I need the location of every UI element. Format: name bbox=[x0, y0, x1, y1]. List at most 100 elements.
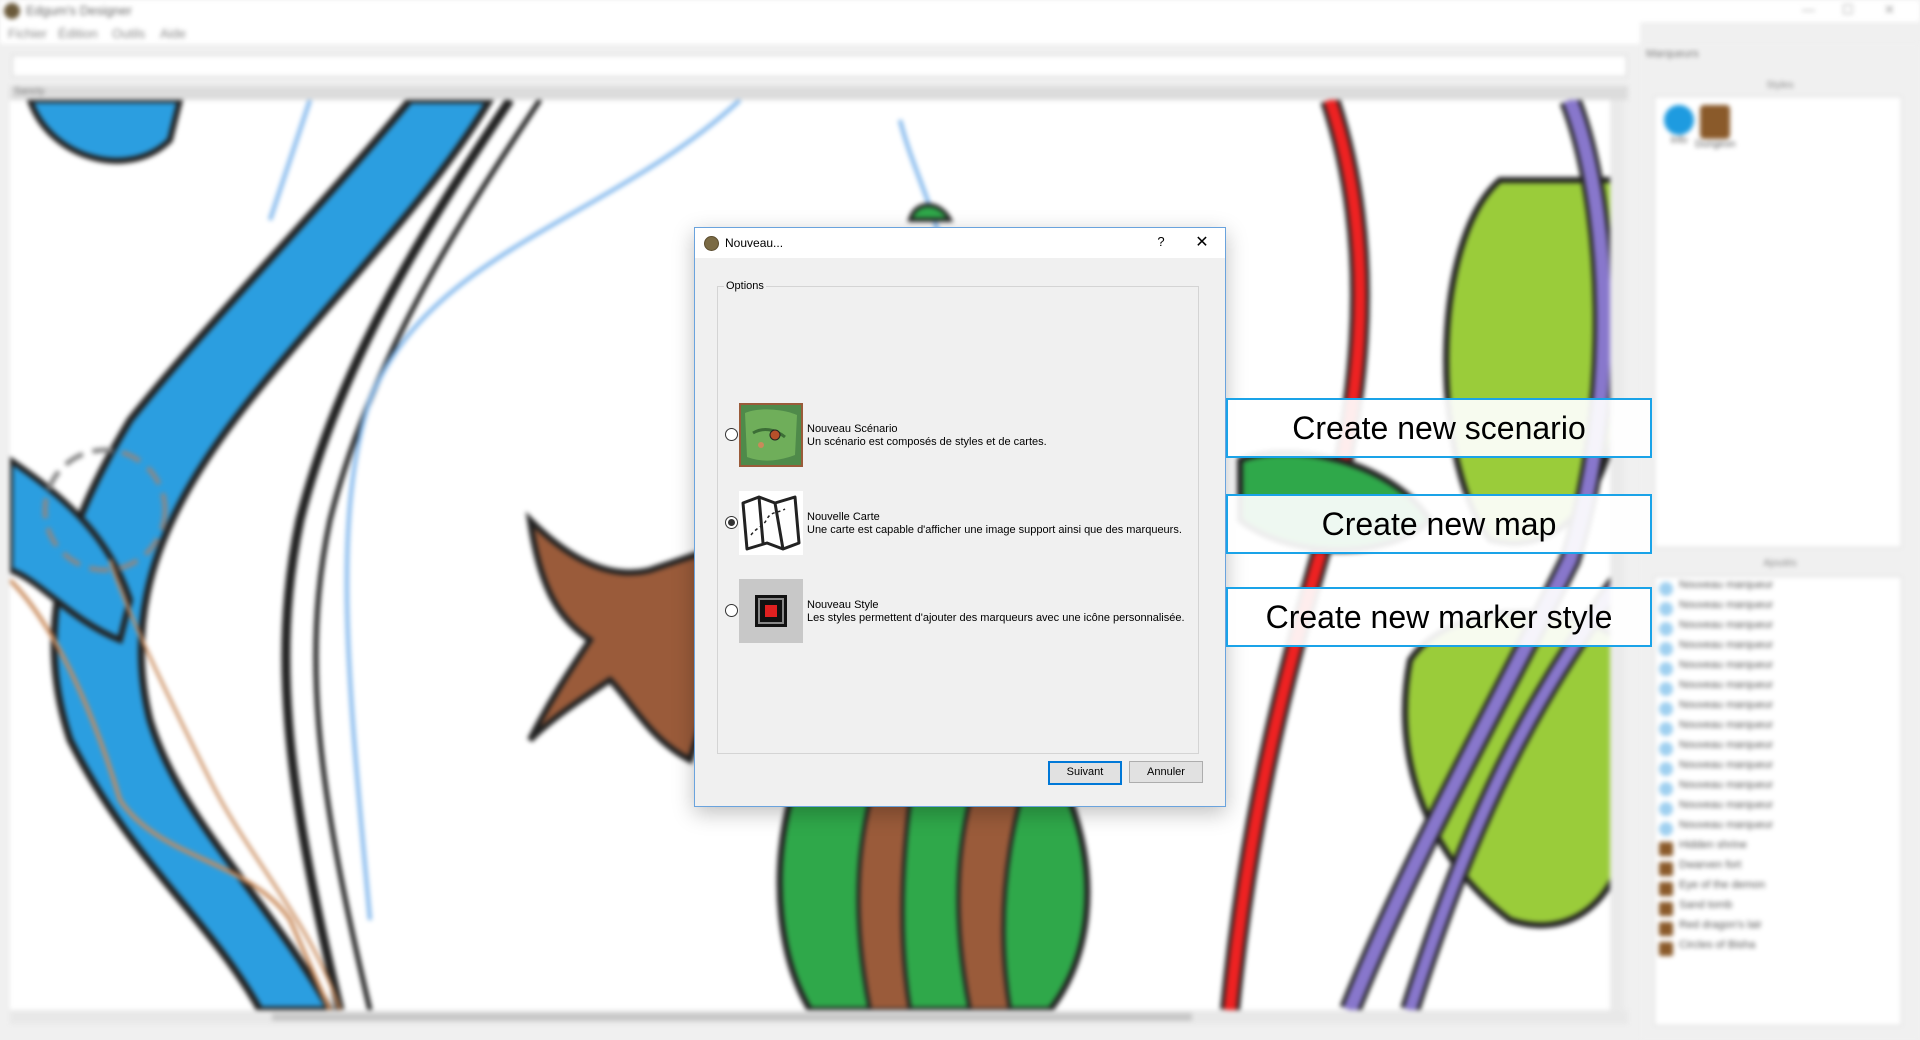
marker-label: Nouveau marqueur bbox=[1679, 739, 1774, 751]
scenario-map-icon bbox=[739, 403, 803, 467]
tree-shape bbox=[525, 511, 722, 765]
info-icon bbox=[1659, 802, 1673, 816]
style-option-title: Nouveau Style bbox=[807, 599, 879, 611]
marker-label: Circles of Bisha bbox=[1679, 939, 1756, 951]
map-radio[interactable] bbox=[725, 516, 738, 529]
styles-list: Info Dungeon bbox=[1654, 96, 1902, 548]
info-icon bbox=[1659, 822, 1673, 836]
marker-list-item[interactable]: Red dragon's lair bbox=[1655, 919, 1901, 939]
help-button[interactable]: ? bbox=[1149, 234, 1173, 254]
marker-label: Nouveau marqueur bbox=[1679, 719, 1774, 731]
menu-outils[interactable]: Outils bbox=[112, 26, 145, 41]
marker-label: Nouveau marqueur bbox=[1679, 759, 1774, 771]
lake-shape bbox=[26, 100, 184, 164]
marker-label: Hidden shrine bbox=[1679, 839, 1747, 851]
markers-section-title: Ajoutés bbox=[1763, 558, 1797, 569]
dialog-title-bar: Nouveau... ? ✕ bbox=[695, 228, 1225, 258]
marker-list-item[interactable]: Nouveau marqueur bbox=[1655, 679, 1901, 699]
window-title: Edgum's Designer bbox=[26, 3, 132, 18]
map-vertical-scrollbar[interactable] bbox=[1610, 100, 1624, 1010]
style-item-info[interactable]: Info bbox=[1659, 105, 1699, 146]
dungeon-icon bbox=[1659, 862, 1673, 876]
map-option-title: Nouvelle Carte bbox=[807, 511, 880, 523]
dungeon-icon bbox=[1659, 882, 1673, 896]
marker-list-item[interactable]: Dwarven fort bbox=[1655, 859, 1901, 879]
marker-label: Nouveau marqueur bbox=[1679, 659, 1774, 671]
map-horizontal-scrollbar[interactable] bbox=[10, 1010, 1628, 1024]
marker-list-item[interactable]: Nouveau marqueur bbox=[1655, 599, 1901, 619]
marker-label: Nouveau marqueur bbox=[1679, 779, 1774, 791]
app-icon bbox=[704, 236, 719, 251]
style-option-description: Les styles permettent d'ajouter des marq… bbox=[807, 612, 1185, 624]
app-icon bbox=[4, 3, 20, 19]
scenario-radio[interactable] bbox=[725, 428, 738, 441]
minimize-button[interactable]: — bbox=[1802, 2, 1815, 17]
folded-map-icon bbox=[739, 491, 803, 555]
close-window-button[interactable]: ✕ bbox=[1884, 2, 1895, 18]
info-icon bbox=[1664, 105, 1694, 135]
styles-section-title: Styles bbox=[1766, 80, 1794, 91]
info-icon bbox=[1659, 582, 1673, 596]
stream-line-3 bbox=[268, 100, 312, 221]
info-icon bbox=[1659, 762, 1673, 776]
style-label: Info bbox=[1670, 135, 1688, 146]
next-button[interactable]: Suivant bbox=[1048, 761, 1122, 785]
marker-label: Red dragon's lair bbox=[1679, 919, 1762, 931]
cancel-button[interactable]: Annuler bbox=[1129, 761, 1203, 783]
menu-edition[interactable]: Édition bbox=[58, 26, 98, 41]
option-new-map[interactable]: Nouvelle Carte Une carte est capable d'a… bbox=[725, 491, 1195, 557]
trunk-shape bbox=[856, 798, 913, 1010]
marker-list-item[interactable]: Nouveau marqueur bbox=[1655, 579, 1901, 599]
new-dialog: Nouveau... ? ✕ Options Nouveau Scénario … bbox=[694, 227, 1226, 807]
marker-list-item[interactable]: Nouveau marqueur bbox=[1655, 699, 1901, 719]
title-bar: Edgum's Designer — ☐ ✕ bbox=[0, 0, 1920, 22]
style-radio[interactable] bbox=[725, 604, 738, 617]
marker-list-item[interactable]: Nouveau marqueur bbox=[1655, 819, 1901, 839]
marker-list-item[interactable]: Nouveau marqueur bbox=[1655, 619, 1901, 639]
info-icon bbox=[1659, 662, 1673, 676]
dungeon-icon bbox=[1659, 842, 1673, 856]
marker-label: Eye of the demon bbox=[1679, 879, 1766, 891]
marker-list-item[interactable]: Nouveau marqueur bbox=[1655, 739, 1901, 759]
maximize-button[interactable]: ☐ bbox=[1842, 2, 1854, 18]
marker-list-item[interactable]: Nouveau marqueur bbox=[1655, 659, 1901, 679]
stream-line bbox=[344, 100, 742, 921]
marker-label: Nouveau marqueur bbox=[1679, 679, 1774, 691]
dialog-title: Nouveau... bbox=[725, 236, 784, 250]
close-button[interactable]: ✕ bbox=[1189, 232, 1215, 254]
info-icon bbox=[1659, 722, 1673, 736]
marker-label: Dwarven fort bbox=[1679, 859, 1742, 871]
style-item-dungeon[interactable]: Dungeon bbox=[1695, 105, 1736, 150]
marker-label: Sand tomb bbox=[1679, 899, 1733, 911]
style-label: Dungeon bbox=[1695, 139, 1736, 150]
option-new-style[interactable]: Nouveau Style Les styles permettent d'aj… bbox=[725, 579, 1195, 645]
marker-list-item[interactable]: Circles of Bisha bbox=[1655, 939, 1901, 959]
menu-aide[interactable]: Aide bbox=[160, 26, 186, 41]
info-icon bbox=[1659, 642, 1673, 656]
marker-label: Nouveau marqueur bbox=[1679, 579, 1774, 591]
toolbar-field[interactable] bbox=[12, 55, 1627, 77]
marker-list-item[interactable]: Nouveau marqueur bbox=[1655, 759, 1901, 779]
dungeon-icon bbox=[1659, 942, 1673, 956]
info-icon bbox=[1659, 622, 1673, 636]
markers-list: Nouveau marqueur Nouveau marqueur Nouveau … bbox=[1654, 576, 1902, 1026]
marker-list-item[interactable]: Hidden shrine bbox=[1655, 839, 1901, 859]
menu-fichier[interactable]: Fichier bbox=[8, 26, 47, 41]
marker-list-item[interactable]: Nouveau marqueur bbox=[1655, 799, 1901, 819]
dungeon-icon bbox=[1700, 105, 1730, 139]
marker-list-item[interactable]: Nouveau marqueur bbox=[1655, 639, 1901, 659]
info-icon bbox=[1659, 702, 1673, 716]
marker-list-item[interactable]: Sand tomb bbox=[1655, 899, 1901, 919]
option-new-scenario[interactable]: Nouveau Scénario Un scénario est composé… bbox=[725, 403, 1195, 469]
marker-label: Nouveau marqueur bbox=[1679, 799, 1774, 811]
marker-label: Nouveau marqueur bbox=[1679, 639, 1774, 651]
dungeon-icon bbox=[1659, 922, 1673, 936]
marker-list-item[interactable]: Eye of the demon bbox=[1655, 879, 1901, 899]
scrollbar-thumb[interactable] bbox=[272, 1013, 1192, 1021]
callout-new-scenario: Create new scenario bbox=[1226, 398, 1652, 458]
app-window: Edgum's Designer — ☐ ✕ Fichier Édition O… bbox=[0, 0, 1920, 1040]
marker-list-item[interactable]: Nouveau marqueur bbox=[1655, 779, 1901, 799]
marker-list-item[interactable]: Nouveau marqueur bbox=[1655, 719, 1901, 739]
callout-new-marker-style: Create new marker style bbox=[1226, 587, 1652, 647]
forest-top-shape bbox=[907, 203, 954, 222]
